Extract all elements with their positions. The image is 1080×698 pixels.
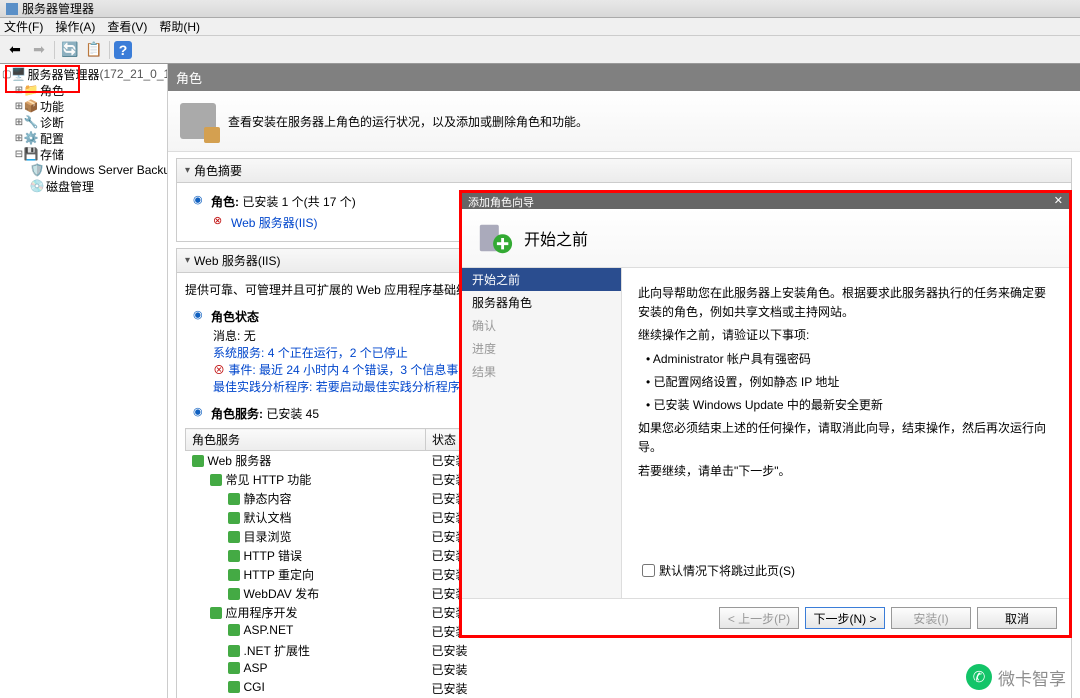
window-titlebar: 服务器管理器 bbox=[0, 0, 1080, 18]
refresh-button[interactable]: 🔄 bbox=[59, 39, 81, 61]
properties-button[interactable]: 📋 bbox=[83, 39, 105, 61]
menu-view[interactable]: 查看(V) bbox=[107, 18, 147, 35]
wizard-cancel-button[interactable]: 取消 bbox=[977, 607, 1057, 629]
menu-action[interactable]: 操作(A) bbox=[55, 18, 95, 35]
skip-checkbox[interactable] bbox=[642, 564, 655, 577]
section-summary[interactable]: 角色摘要 bbox=[176, 158, 1072, 183]
window-title: 服务器管理器 bbox=[22, 0, 94, 17]
wizard-icon bbox=[476, 219, 514, 257]
wizard-next-button[interactable]: 下一步(N) > bbox=[805, 607, 885, 629]
toolbar: ⬅ ➡ 🔄 📋 ? bbox=[0, 36, 1080, 64]
menu-help[interactable]: 帮助(H) bbox=[159, 18, 200, 35]
wizard-nav: 开始之前 服务器角色 确认 进度 结果 bbox=[462, 268, 622, 598]
wizard-content: 此向导帮助您在此服务器上安装角色。根据要求此服务器执行的任务来确定要安装的角色，… bbox=[622, 268, 1069, 598]
nav-tree: ▢🖥️ 服务器管理器(172_21_0_14) ⊞📁角色 ⊞📦功能 ⊞🔧诊断 ⊞… bbox=[0, 64, 168, 698]
wizard-nav-before[interactable]: 开始之前 bbox=[462, 268, 621, 291]
tree-storage[interactable]: ⊟💾存储 bbox=[2, 146, 165, 162]
wizard-titlebar[interactable]: 添加角色向导 ✕ bbox=[462, 193, 1069, 209]
watermark-text: 微卡智享 bbox=[998, 665, 1066, 690]
wizard-nav-result: 结果 bbox=[462, 360, 621, 383]
tree-disk[interactable]: 💿磁盘管理 bbox=[2, 178, 165, 194]
server-role-icon bbox=[180, 103, 216, 139]
wizard-nav-confirm: 确认 bbox=[462, 314, 621, 337]
watermark: ✆ 微卡智享 bbox=[966, 664, 1066, 690]
tree-diag[interactable]: ⊞🔧诊断 bbox=[2, 114, 165, 130]
wizard-footer: < 上一步(P) 下一步(N) > 安装(I) 取消 bbox=[462, 598, 1069, 637]
wizard-install-button: 安装(I) bbox=[891, 607, 971, 629]
table-row[interactable]: .NET 扩展性已安装 bbox=[186, 641, 1063, 660]
roles-banner: 查看安装在服务器上角色的运行状况，以及添加或删除角色和功能。 bbox=[168, 91, 1080, 152]
back-button[interactable]: ⬅ bbox=[4, 39, 26, 61]
content-header: 角色 bbox=[168, 64, 1080, 91]
wizard-nav-progress: 进度 bbox=[462, 337, 621, 360]
banner-text: 查看安装在服务器上角色的运行状况，以及添加或删除角色和功能。 bbox=[228, 113, 588, 130]
menu-file[interactable]: 文件(F) bbox=[4, 18, 43, 35]
forward-button[interactable]: ➡ bbox=[28, 39, 50, 61]
tree-config[interactable]: ⊞⚙️配置 bbox=[2, 130, 165, 146]
highlight-roles bbox=[5, 65, 80, 93]
wechat-icon: ✆ bbox=[966, 664, 992, 690]
table-row[interactable]: CGI已安装 bbox=[186, 679, 1063, 698]
app-icon bbox=[6, 3, 18, 15]
help-button[interactable]: ? bbox=[114, 41, 132, 59]
wizard-skip-checkbox[interactable]: 默认情况下将跳过此页(S) bbox=[642, 562, 795, 579]
wizard-nav-roles[interactable]: 服务器角色 bbox=[462, 291, 621, 314]
col-service[interactable]: 角色服务 bbox=[186, 429, 426, 451]
table-row[interactable]: ASP已安装 bbox=[186, 660, 1063, 679]
tree-features[interactable]: ⊞📦功能 bbox=[2, 98, 165, 114]
add-roles-wizard: 添加角色向导 ✕ 开始之前 开始之前 服务器角色 确认 进度 结果 此向导帮助您… bbox=[459, 190, 1072, 638]
menu-bar: 文件(F) 操作(A) 查看(V) 帮助(H) bbox=[0, 18, 1080, 36]
wizard-heading: 开始之前 bbox=[524, 226, 588, 250]
tree-wsb[interactable]: 🛡️Windows Server Backup bbox=[2, 162, 165, 178]
wizard-prev-button: < 上一步(P) bbox=[719, 607, 799, 629]
wizard-close-icon[interactable]: ✕ bbox=[1054, 194, 1063, 208]
